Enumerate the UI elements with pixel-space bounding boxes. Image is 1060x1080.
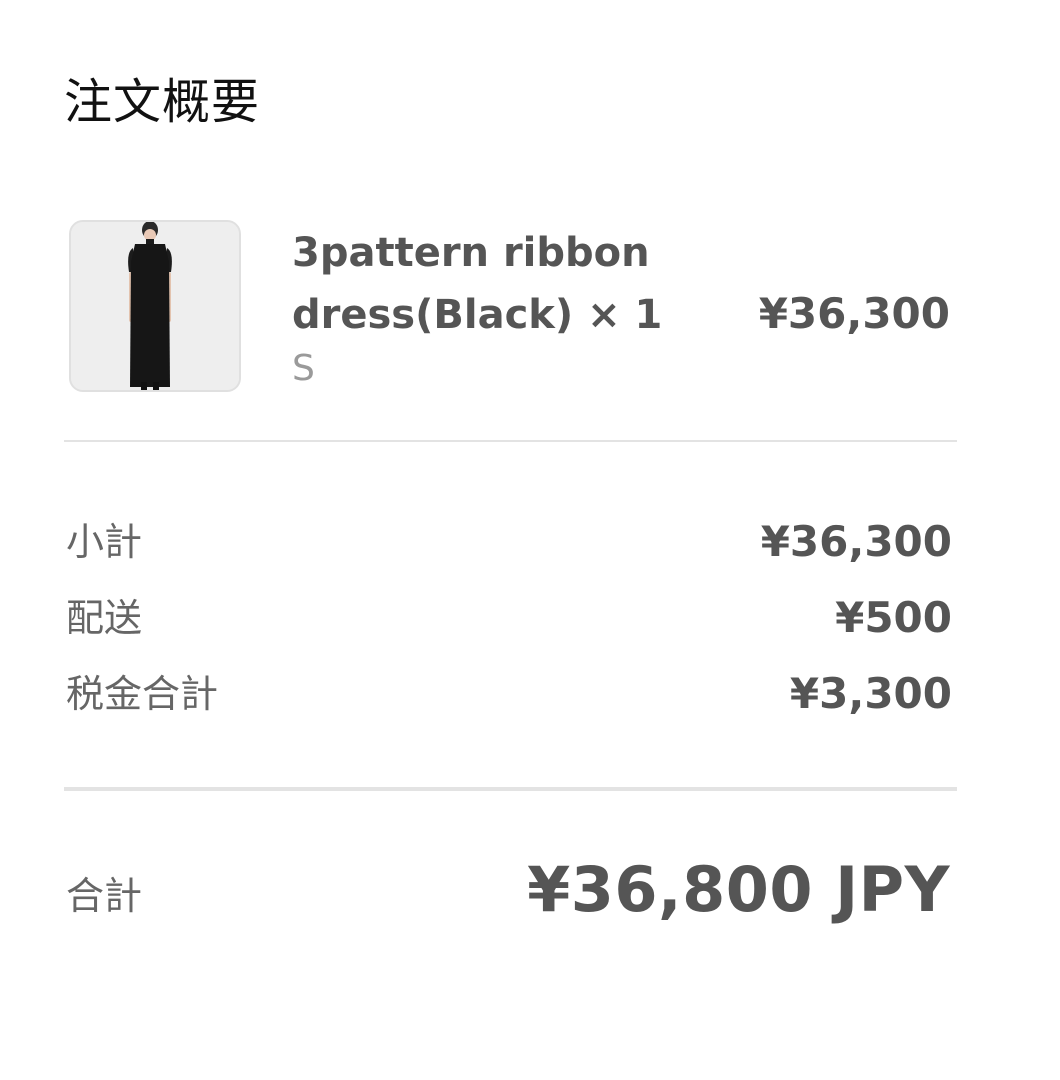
divider [64,440,957,442]
item-name[interactable]: 3pattern ribbon dress(Black) × 1 [292,222,672,346]
total-label: 合計 [66,874,143,918]
shipping-row: 配送 ¥500 [66,588,952,648]
item-name-line2: dress(Black) × 1 [292,292,663,338]
page-title: 注文概要 [64,74,261,130]
shipping-value: ¥500 [835,593,952,642]
subtotal-row: 小計 ¥36,300 [66,512,952,572]
tax-value: ¥3,300 [789,669,952,718]
tax-label: 税金合計 [66,672,219,716]
divider [64,787,957,791]
product-thumbnail[interactable] [69,220,241,392]
subtotal-value: ¥36,300 [760,517,952,566]
tax-row: 税金合計 ¥3,300 [66,664,952,724]
subtotal-label: 小計 [66,520,143,564]
item-price: ¥36,300 [758,289,950,338]
item-name-line1: 3pattern ribbon [292,230,650,276]
total-value: ¥36,800 JPY [527,853,950,926]
shipping-label: 配送 [66,596,143,640]
item-variant: S [292,348,315,389]
dress-image [71,222,239,390]
